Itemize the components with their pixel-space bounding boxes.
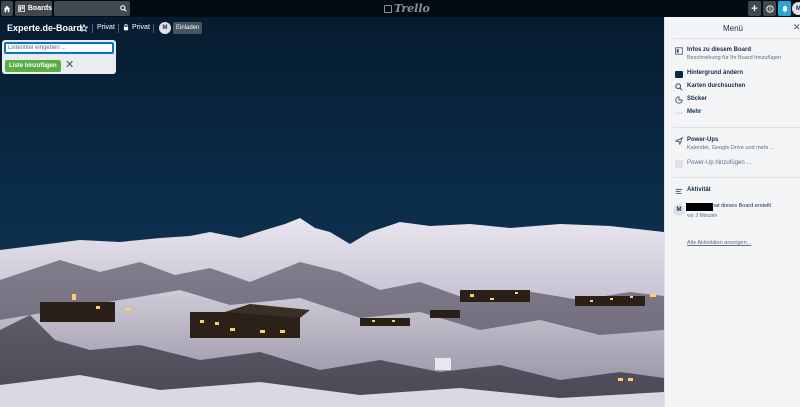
header-divider [153,24,154,33]
menu-item-label: Hintergrund ändern [687,70,744,76]
menu-item-label: Mehr [687,109,702,115]
menu-divider [673,127,800,128]
menu-divider [673,177,800,178]
menu-item-subtitle: Kalender, Google Drive und mehr ... [687,145,775,151]
menu-item-label: Sticker [687,96,708,102]
menu-item-label: Power-Up hinzufügen ... [687,160,752,166]
board-header: Experte.de-Board Privat Privat M Einlade… [0,18,664,38]
star-button[interactable] [80,24,88,32]
boards-label: Boards [27,5,52,12]
header-divider [92,24,93,33]
power-ups-icon [675,137,683,145]
menu-divider [673,38,800,39]
menu-item-stickers[interactable]: Sticker [675,96,799,104]
activity-section-header: Aktivität [675,187,799,195]
board-title[interactable]: Experte.de-Board [7,23,82,33]
add-list-button[interactable]: Liste hinzufügen [5,60,61,72]
activity-icon [675,187,683,195]
activity-title: Aktivität [687,187,711,193]
add-list-composer: Liste hinzufügen ✕ [2,40,116,74]
visibility-button[interactable]: Privat [123,24,150,31]
team-button[interactable]: Privat [97,24,115,31]
power-up-placeholder-icon [675,160,683,168]
menu-item-label: Infos zu diesem Board [687,47,752,53]
activity-entry-text: hat dieses Board erstellt [712,203,772,209]
create-button[interactable]: + [748,1,761,16]
trello-logo-text: Trello [394,2,430,15]
boards-button[interactable]: Boards [15,1,52,16]
lock-icon [123,24,129,31]
trello-logo[interactable]: Trello [384,2,430,15]
close-icon[interactable]: ✕ [65,59,74,71]
user-avatar[interactable]: M [792,2,800,15]
menu-item-search-cards[interactable]: Karten durchsuchen [675,83,799,91]
menu-item-subtitle: Beschreibung für Ihr Board hinzufügen [687,55,782,61]
invite-button[interactable]: Einladen [173,22,203,34]
redacted-username [686,203,713,211]
list-title-input[interactable] [4,42,114,54]
view-all-activity-link[interactable]: Alle Aktivitäten anzeigen... [687,240,751,246]
top-navigation-bar: Boards Trello + M [0,0,800,17]
home-button[interactable] [1,1,13,16]
menu-item-power-ups[interactable]: Power-Ups Kalender, Google Drive und meh… [675,137,799,151]
menu-title: Menü [722,24,743,33]
plus-icon: + [751,2,758,15]
menu-item-about-board[interactable]: Infos zu diesem Board Beschreibung für I… [675,47,799,61]
board-menu-panel: Menü ✕ Infos zu diesem Board Beschreibun… [664,17,800,407]
boards-icon [18,5,25,12]
menu-item-label: Power-Ups [687,137,719,143]
notifications-button[interactable] [778,1,791,16]
search-input[interactable] [54,1,130,16]
activity-avatar[interactable]: M [673,204,685,216]
board-info-icon [675,47,683,55]
add-power-up-button[interactable]: Power-Up hinzufügen ... [675,160,799,168]
bell-icon [781,5,788,13]
member-avatar[interactable]: M [159,22,171,34]
menu-close-icon[interactable]: ✕ [793,22,800,33]
search-icon [675,83,683,91]
sticker-icon [675,96,683,104]
activity-timestamp: vor 3 Minuten [687,213,718,219]
menu-item-label: Karten durchsuchen [687,83,746,89]
search-icon [120,5,127,12]
team-label: Privat [97,24,115,31]
home-icon [3,5,11,12]
header-divider [118,24,119,33]
trello-logo-icon [384,4,392,13]
menu-item-more[interactable]: ··· Mehr [675,109,799,117]
visibility-label: Privat [132,24,150,31]
info-button[interactable] [763,1,776,16]
info-icon [765,4,774,13]
more-icon: ··· [675,109,683,117]
background-swatch-icon [675,70,683,78]
menu-item-change-background[interactable]: Hintergrund ändern [675,70,799,78]
star-icon [80,24,88,32]
